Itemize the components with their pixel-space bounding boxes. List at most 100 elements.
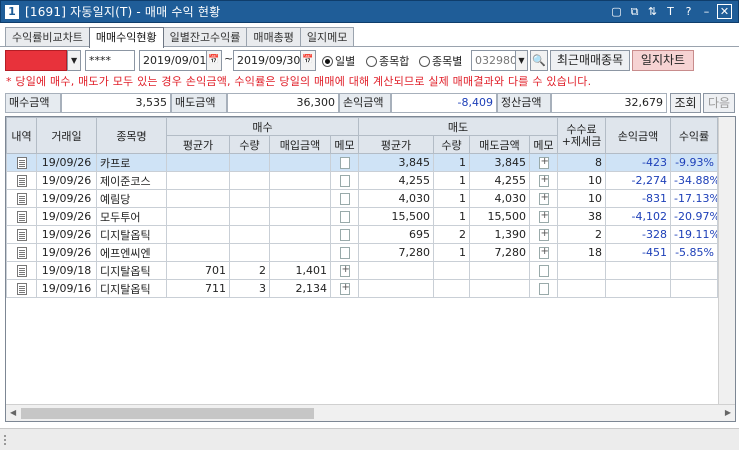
memo-icon[interactable] <box>339 157 350 169</box>
layout-icon[interactable]: ▢ <box>609 4 624 19</box>
help-icon[interactable]: ? <box>681 4 696 19</box>
horizontal-scrollbar[interactable]: ◀ ▶ <box>6 404 735 421</box>
detail-cell[interactable] <box>6 243 37 262</box>
stock-code-input[interactable]: 032980 <box>471 50 517 71</box>
sell-memo-cell[interactable] <box>529 171 558 190</box>
buy-memo-cell[interactable] <box>330 171 359 190</box>
sell-memo-cell[interactable] <box>529 207 558 226</box>
tab-daily-balance-return[interactable]: 일별잔고수익률 <box>162 27 248 47</box>
date-cell: 19/09/18 <box>36 261 97 280</box>
font-icon[interactable]: T <box>663 4 678 19</box>
detail-cell[interactable] <box>6 279 37 298</box>
tab-return-compare-chart[interactable]: 수익률비교차트 <box>5 27 90 47</box>
sell-memo-cell[interactable] <box>529 243 558 262</box>
document-icon[interactable] <box>16 229 27 241</box>
search-icon[interactable]: 🔍 <box>530 50 548 71</box>
table-row[interactable]: 19/09/26디지탈옵틱69521,3902-328-19.11% <box>6 225 718 244</box>
memo-add-icon[interactable] <box>538 228 549 241</box>
document-icon[interactable] <box>16 157 27 169</box>
detail-cell[interactable] <box>6 207 37 226</box>
document-icon[interactable] <box>16 175 27 187</box>
sell-qty-cell: 2 <box>433 225 470 244</box>
memo-icon[interactable] <box>538 283 549 295</box>
document-icon[interactable] <box>16 283 27 295</box>
document-icon[interactable] <box>16 211 27 223</box>
document-icon[interactable] <box>16 193 27 205</box>
detail-cell[interactable] <box>6 189 37 208</box>
close-icon[interactable]: ✕ <box>717 4 732 19</box>
profit-loss-label: 손익금액 <box>339 93 391 113</box>
account-select[interactable] <box>5 50 67 71</box>
restore-icon[interactable]: ⧉ <box>627 4 642 19</box>
detail-cell[interactable] <box>6 153 37 172</box>
buy-memo-cell[interactable] <box>330 207 359 226</box>
radio-item-sum[interactable]: 종목합 <box>366 53 409 69</box>
memo-add-icon[interactable] <box>538 156 549 169</box>
scroll-right-icon[interactable]: ▶ <box>725 408 731 417</box>
code-dropdown-icon[interactable]: ▼ <box>515 50 528 71</box>
sell-memo-cell[interactable] <box>529 189 558 208</box>
account-dropdown-icon[interactable]: ▼ <box>67 50 81 71</box>
return-rate-cell: -19.11% <box>670 225 718 244</box>
tab-trading-review[interactable]: 매매총평 <box>246 27 301 47</box>
sell-memo-cell[interactable] <box>529 225 558 244</box>
table-row[interactable]: 19/09/26카프로 3,84513,845 8-423-9.93% <box>6 153 718 172</box>
sell-amount-label: 매도금액 <box>171 93 227 113</box>
sell-memo-cell[interactable] <box>529 279 558 298</box>
query-button[interactable]: 조회 <box>670 93 701 113</box>
memo-icon[interactable] <box>538 265 549 277</box>
fee-tax-cell: 10 <box>557 189 606 208</box>
buy-avg-cell <box>166 153 230 172</box>
tab-journal-memo[interactable]: 일지메모 <box>299 27 355 47</box>
sell-memo-cell[interactable] <box>529 153 558 172</box>
calendar-icon[interactable]: 📅 <box>206 50 222 71</box>
memo-icon[interactable] <box>339 175 350 187</box>
buy-memo-cell[interactable] <box>330 225 359 244</box>
table-row[interactable]: 19/09/26제이준코스 4,25514,255 10-2,274-34.88% <box>6 171 718 190</box>
date-from-input[interactable]: 2019/09/01 <box>139 50 207 71</box>
calendar-icon[interactable]: 📅 <box>300 50 316 71</box>
document-icon[interactable] <box>16 247 27 259</box>
horizontal-scroll-thumb[interactable] <box>21 408 314 419</box>
table-row[interactable]: 19/09/26모두투어 15,500115,500 38-4,102-20.97% <box>6 207 718 226</box>
buy-memo-cell[interactable] <box>330 279 359 298</box>
memo-add-icon[interactable] <box>538 192 549 205</box>
memo-add-icon[interactable] <box>339 264 350 277</box>
table-row[interactable]: 19/09/18 디지탈옵틱 701 2 1,401 <box>6 261 718 280</box>
journal-chart-button[interactable]: 일지차트 <box>632 50 694 71</box>
scroll-left-icon[interactable]: ◀ <box>10 408 16 417</box>
memo-icon[interactable] <box>339 211 350 223</box>
memo-add-icon[interactable] <box>538 174 549 187</box>
vertical-scrollbar[interactable] <box>718 117 735 405</box>
table-row[interactable]: 19/09/16 디지탈옵틱 711 3 2,134 <box>6 279 718 298</box>
next-button[interactable]: 다음 <box>703 93 735 113</box>
memo-icon[interactable] <box>339 229 350 241</box>
memo-icon[interactable] <box>339 193 350 205</box>
buy-memo-cell[interactable] <box>330 243 359 262</box>
minimize-icon[interactable]: – <box>699 4 714 19</box>
password-field[interactable]: **** <box>85 50 135 71</box>
table-row[interactable]: 19/09/26예림당 4,03014,030 10-831-17.13% <box>6 189 718 208</box>
detail-cell[interactable] <box>6 261 37 280</box>
memo-icon[interactable] <box>339 247 350 259</box>
buy-memo-cell[interactable] <box>330 261 359 280</box>
tab-trading-profit-status[interactable]: 매매수익현황 <box>88 27 164 48</box>
memo-add-icon[interactable] <box>339 282 350 295</box>
date-to-input[interactable]: 2019/09/30 <box>233 50 301 71</box>
col-group-buy: 매수 <box>166 117 359 136</box>
resize-grip-icon[interactable] <box>4 435 9 445</box>
sell-memo-cell[interactable] <box>529 261 558 280</box>
table-row[interactable]: 19/09/26에프엔씨엔 7,28017,280 18-451-5.85% <box>6 243 718 262</box>
document-icon[interactable] <box>16 265 27 277</box>
radio-by-item[interactable]: 종목별 <box>419 53 462 69</box>
memo-add-icon[interactable] <box>538 210 549 223</box>
detail-cell[interactable] <box>6 171 37 190</box>
radio-daily[interactable]: 일별 <box>322 53 355 69</box>
buy-qty-cell <box>229 243 270 262</box>
memo-add-icon[interactable] <box>538 246 549 259</box>
buy-memo-cell[interactable] <box>330 153 359 172</box>
detail-cell[interactable] <box>6 225 37 244</box>
pin-icon[interactable]: ⇅ <box>645 4 660 19</box>
recent-items-button[interactable]: 최근매매종목 <box>550 50 630 71</box>
buy-memo-cell[interactable] <box>330 189 359 208</box>
